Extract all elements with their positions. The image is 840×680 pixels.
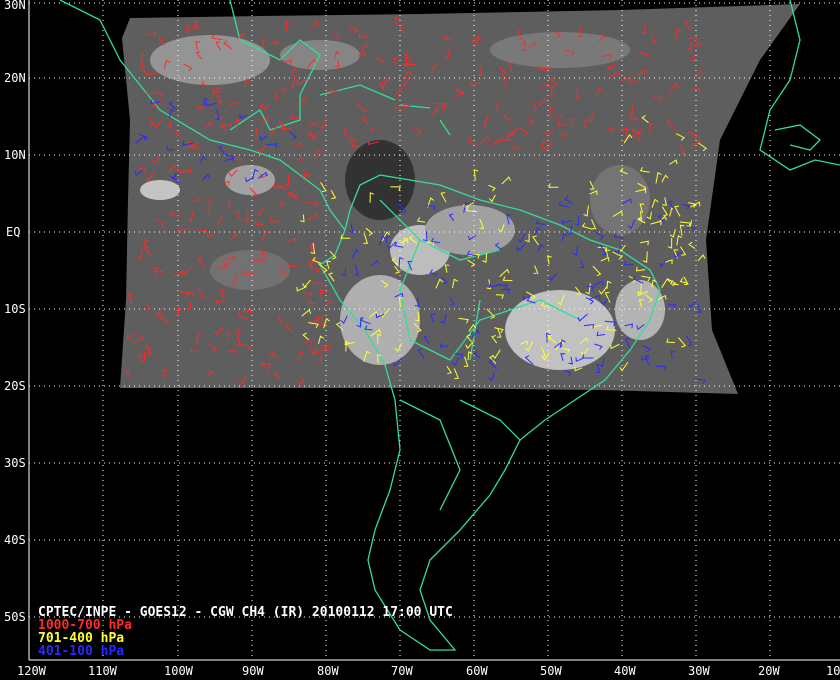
- lat-label-30s: 30S: [4, 456, 26, 470]
- lon-label-30w: 30W: [688, 664, 710, 678]
- lat-label-20n: 20N: [4, 71, 26, 85]
- lon-label-120w: 120W: [17, 664, 47, 678]
- lat-label-10s: 10S: [4, 302, 26, 316]
- lat-label-20s: 20S: [4, 379, 26, 393]
- lat-label-30n: 30N: [4, 0, 26, 12]
- satellite-wind-map: 30N 20N 10N EQ 10S 20S 30S 40S 50S 120W …: [0, 0, 840, 680]
- lon-label-100w: 100W: [164, 664, 194, 678]
- lon-label-10w: 10: [826, 664, 840, 678]
- lon-label-70w: 70W: [391, 664, 413, 678]
- lat-label-40s: 40S: [4, 533, 26, 547]
- lon-label-40w: 40W: [614, 664, 636, 678]
- lon-label-20w: 20W: [758, 664, 780, 678]
- lon-label-60w: 60W: [466, 664, 488, 678]
- lon-label-90w: 90W: [242, 664, 264, 678]
- lat-label-50s: 50S: [4, 610, 26, 624]
- lat-label-10n: 10N: [4, 148, 26, 162]
- lat-label-eq: EQ: [6, 225, 20, 239]
- lon-label-80w: 80W: [317, 664, 339, 678]
- lon-label-50w: 50W: [540, 664, 562, 678]
- legend-high-level: 401-100 hPa: [38, 644, 124, 659]
- lon-label-110w: 110W: [88, 664, 118, 678]
